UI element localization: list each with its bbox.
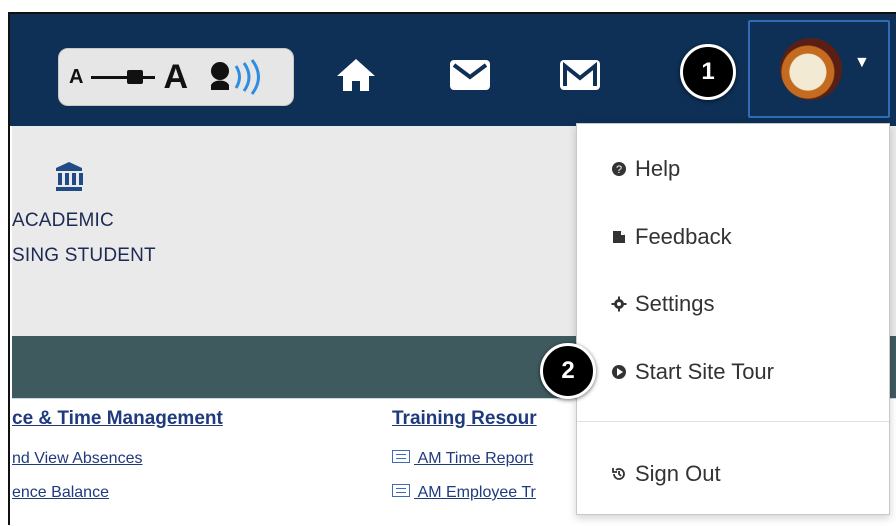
feedback-label: Feedback [635, 224, 732, 249]
feedback-icon [611, 229, 627, 245]
gmail-icon [560, 60, 600, 90]
feedback-menu-item[interactable]: Feedback [611, 220, 732, 254]
right-link-1-label: AM Time Report [417, 450, 534, 467]
profile-avatar[interactable] [780, 38, 842, 100]
sign-out-label: Sign Out [635, 461, 721, 486]
svg-text:?: ? [616, 164, 622, 176]
settings-label: Settings [635, 291, 715, 316]
document-icon [392, 450, 410, 463]
left-link-2[interactable]: ence Balance [12, 484, 109, 502]
left-link-1[interactable]: nd View Absences [12, 450, 142, 468]
callout-2: 2 [540, 343, 596, 399]
speech-icon[interactable] [206, 57, 268, 97]
start-site-tour-menu-item[interactable]: Start Site Tour [611, 355, 774, 389]
gmail-button[interactable] [552, 54, 608, 96]
right-link-2[interactable]: AM Employee Tr [392, 484, 536, 502]
sign-out-menu-item[interactable]: Sign Out [611, 457, 721, 491]
start-site-tour-label: Start Site Tour [635, 359, 774, 384]
left-section-heading[interactable]: ce & Time Management [12, 408, 223, 430]
left-frame [0, 12, 10, 525]
menu-divider [577, 421, 889, 422]
top-frame [0, 0, 896, 12]
content-line-2: SING STUDENT [12, 245, 156, 266]
profile-dropdown-menu: ? Help Feedback Settings Start Site Tour [576, 123, 890, 515]
right-section-heading[interactable]: Training Resour [392, 408, 537, 430]
mail-icon [450, 60, 490, 90]
history-icon [611, 466, 627, 482]
help-label: Help [635, 156, 681, 181]
chevron-down-icon[interactable]: ▼ [854, 54, 870, 72]
right-link-2-label: AM Employee Tr [417, 484, 536, 501]
home-icon [337, 59, 375, 91]
text-size-and-speech-control[interactable]: A A [58, 48, 294, 106]
home-button[interactable] [330, 54, 382, 96]
slider-handle[interactable] [127, 70, 144, 84]
right-link-1[interactable]: AM Time Report [392, 450, 533, 468]
mail-button[interactable] [442, 54, 498, 96]
document-icon [392, 484, 410, 497]
text-size-slider[interactable] [91, 69, 156, 85]
gear-icon [611, 296, 627, 312]
callout-1: 1 [680, 44, 736, 100]
settings-menu-item[interactable]: Settings [611, 287, 715, 321]
large-text-size-label: A [163, 57, 189, 96]
help-menu-item[interactable]: ? Help [611, 152, 680, 186]
slider-track [91, 76, 156, 79]
bank-icon [56, 162, 83, 191]
content-line-1: ACADEMIC [12, 210, 114, 231]
small-text-size-label: A [69, 65, 84, 88]
help-icon: ? [611, 161, 627, 177]
play-icon [611, 364, 627, 380]
